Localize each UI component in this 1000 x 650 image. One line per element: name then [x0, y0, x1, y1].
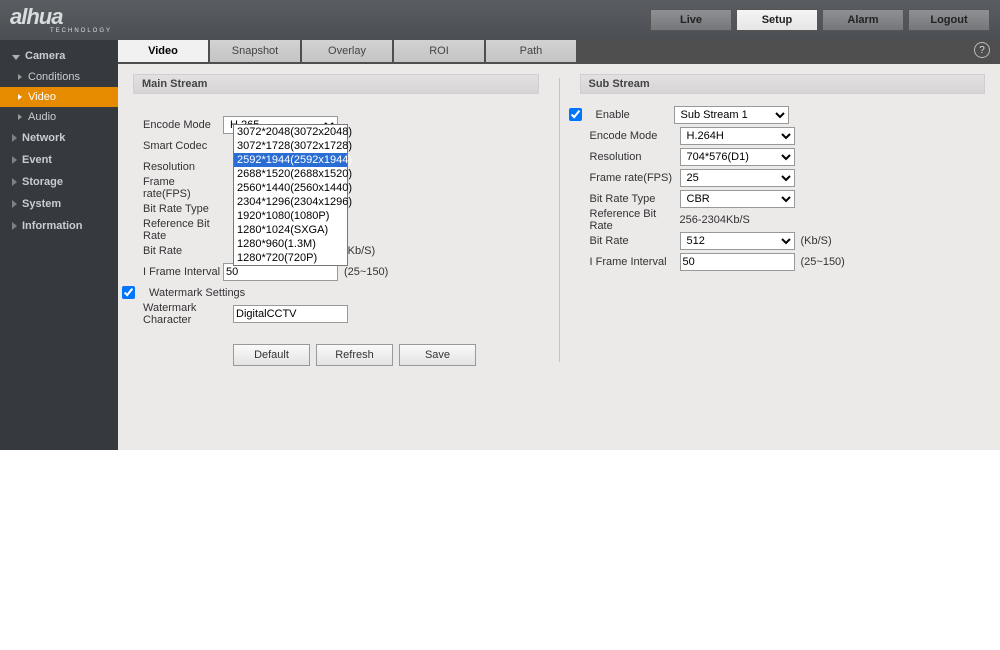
watermark-checkbox[interactable]: [122, 286, 135, 299]
sidebar-group-storage[interactable]: Storage: [0, 171, 118, 193]
sidebar-item-audio[interactable]: Audio: [0, 107, 118, 127]
sub-encode-label: Encode Mode: [580, 130, 680, 142]
sub-brt-select[interactable]: CBR: [680, 190, 795, 208]
caret-right-icon: [12, 200, 17, 208]
logo-main: alhua: [10, 6, 120, 28]
caret-right-icon: [12, 178, 17, 186]
brt-label: Bit Rate Type: [133, 203, 223, 215]
smart-codec-label: Smart Codec: [133, 140, 223, 152]
brand-logo: alhua TECHNOLOGY: [10, 5, 120, 35]
sub-brt-label: Bit Rate Type: [580, 193, 680, 205]
resolution-option[interactable]: 2592*1944(2592x1944): [234, 153, 347, 167]
ref-label: Reference Bit Rate: [133, 218, 223, 242]
sub-iframe-suffix: (25~150): [801, 256, 845, 268]
watermark-label: Watermark Settings: [139, 287, 245, 299]
sidebar-group-camera[interactable]: Camera: [0, 45, 118, 67]
iframe-label: I Frame Interval: [133, 266, 223, 278]
nav-alarm[interactable]: Alarm: [822, 9, 904, 31]
sidebar-group-information[interactable]: Information: [0, 215, 118, 237]
tab-video[interactable]: Video: [118, 40, 208, 62]
sub-stream-header: Sub Stream: [580, 74, 986, 94]
watermark-char-input[interactable]: [233, 305, 348, 323]
sub-fps-label: Frame rate(FPS): [580, 172, 680, 184]
nav-logout[interactable]: Logout: [908, 9, 990, 31]
resolution-option[interactable]: 3072*1728(3072x1728): [234, 139, 347, 153]
br-suffix: (Kb/S): [344, 245, 375, 257]
resolution-option[interactable]: 2560*1440(2560x1440): [234, 181, 347, 195]
sub-enable-select[interactable]: Sub Stream 1: [674, 106, 789, 124]
sub-iframe-label: I Frame Interval: [580, 256, 680, 268]
resolution-option[interactable]: 2304*1296(2304x1296): [234, 195, 347, 209]
sub-enable-checkbox[interactable]: [569, 108, 582, 121]
caret-right-icon: [12, 134, 17, 142]
br-label: Bit Rate: [133, 245, 223, 257]
sub-encode-select[interactable]: H.264H: [680, 127, 795, 145]
sub-fps-select[interactable]: 25: [680, 169, 795, 187]
sidebar-item-conditions[interactable]: Conditions: [0, 67, 118, 87]
sub-iframe-input[interactable]: [680, 253, 795, 271]
refresh-button[interactable]: Refresh: [316, 344, 393, 366]
chevron-right-icon: [18, 94, 22, 100]
resolution-listbox[interactable]: 3072*2048(3072x2048)3072*1728(3072x1728)…: [233, 124, 348, 266]
save-button[interactable]: Save: [399, 344, 476, 366]
chevron-right-icon: [18, 74, 22, 80]
fps-label: Frame rate(FPS): [133, 176, 223, 200]
tab-overlay[interactable]: Overlay: [302, 40, 392, 62]
sub-br-select[interactable]: 512: [680, 232, 795, 250]
sub-resolution-select[interactable]: 704*576(D1): [680, 148, 795, 166]
resolution-option[interactable]: 2688*1520(2688x1520): [234, 167, 347, 181]
nav-live[interactable]: Live: [650, 9, 732, 31]
sidebar-group-system[interactable]: System: [0, 193, 118, 215]
resolution-option[interactable]: 1280*1024(SXGA): [234, 223, 347, 237]
resolution-option[interactable]: 3072*2048(3072x2048): [234, 125, 347, 139]
tab-roi[interactable]: ROI: [394, 40, 484, 62]
default-button[interactable]: Default: [233, 344, 310, 366]
encode-mode-label: Encode Mode: [133, 119, 223, 131]
sub-ref-label: Reference Bit Rate: [580, 208, 680, 232]
resolution-option[interactable]: 1280*960(1.3M): [234, 237, 347, 251]
sub-ref-value: 256-2304Kb/S: [680, 214, 750, 226]
resolution-option[interactable]: 1920*1080(1080P): [234, 209, 347, 223]
sub-br-label: Bit Rate: [580, 235, 680, 247]
main-stream-header: Main Stream: [133, 74, 539, 94]
iframe-suffix: (25~150): [344, 266, 388, 278]
sidebar-group-event[interactable]: Event: [0, 149, 118, 171]
sidebar-group-network[interactable]: Network: [0, 127, 118, 149]
tab-path[interactable]: Path: [486, 40, 576, 62]
resolution-option[interactable]: 1280*720(720P): [234, 251, 347, 265]
sub-resolution-label: Resolution: [580, 151, 680, 163]
resolution-label: Resolution: [133, 161, 223, 173]
caret-right-icon: [12, 156, 17, 164]
nav-setup[interactable]: Setup: [736, 9, 818, 31]
sub-enable-label: Enable: [586, 109, 674, 121]
logo-sub: TECHNOLOGY: [50, 28, 120, 34]
stream-divider: [559, 78, 560, 362]
watermark-char-label: Watermark Character: [133, 302, 233, 326]
chevron-right-icon: [18, 114, 22, 120]
caret-down-icon: [12, 55, 20, 60]
caret-right-icon: [12, 222, 17, 230]
sidebar-item-video[interactable]: Video: [0, 87, 118, 107]
sub-br-suffix: (Kb/S): [801, 235, 832, 247]
help-icon[interactable]: ?: [974, 42, 990, 58]
tab-snapshot[interactable]: Snapshot: [210, 40, 300, 62]
